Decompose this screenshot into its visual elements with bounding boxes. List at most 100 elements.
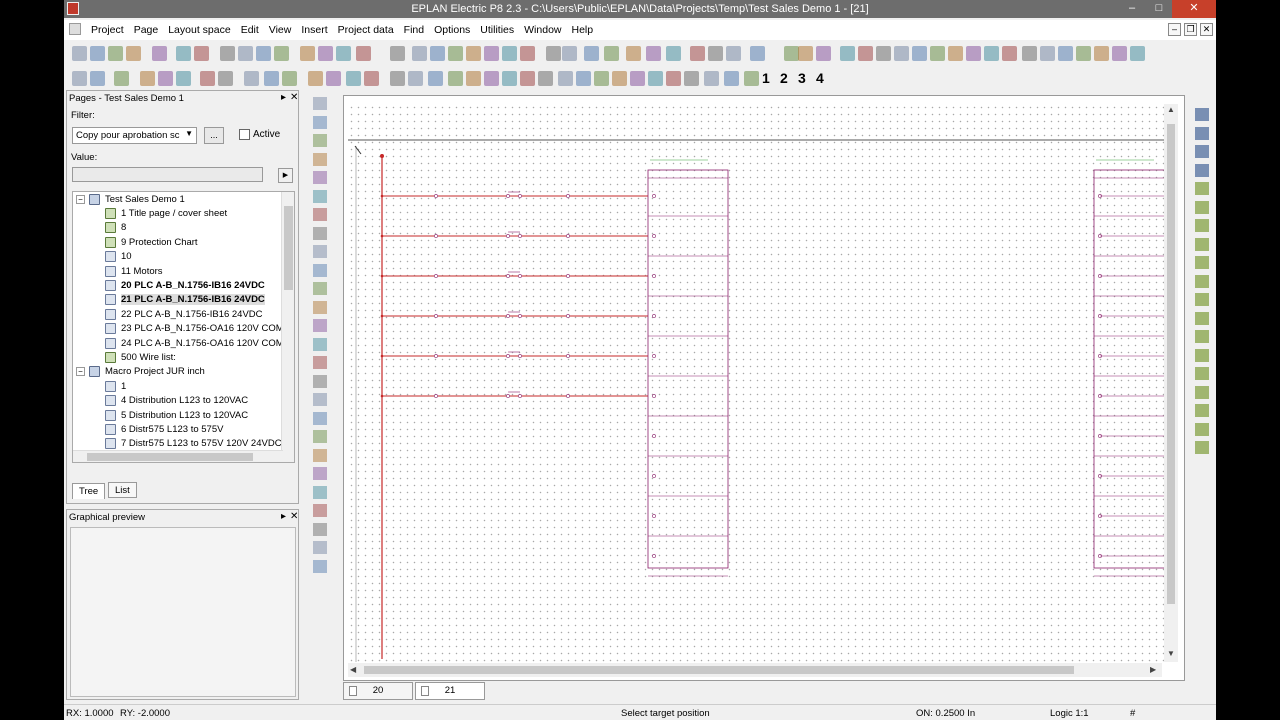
toolbar-button[interactable] [318, 46, 333, 61]
menu-help[interactable]: Help [567, 24, 599, 36]
scroll-left-icon[interactable]: ◀ [350, 665, 356, 674]
toolbar-button[interactable] [484, 71, 499, 86]
toolbar-button[interactable] [430, 46, 445, 61]
toolbar-button[interactable] [484, 46, 499, 61]
scroll-down-icon[interactable]: ▼ [1167, 649, 1175, 658]
page-number-1-button[interactable]: 1 [762, 70, 770, 86]
insert-tool-button[interactable] [313, 319, 327, 332]
page-tab-21[interactable]: 21 [415, 682, 485, 700]
insert-tool-button[interactable] [313, 245, 327, 258]
insert-tool-button[interactable] [313, 97, 327, 110]
insert-tool-button[interactable] [313, 115, 327, 129]
toolbar-button[interactable] [238, 46, 253, 61]
toolbar-button[interactable] [684, 71, 699, 86]
toolbar-button[interactable] [390, 71, 405, 86]
value-apply-button[interactable]: ▶ [278, 168, 293, 183]
toolbar-button[interactable] [612, 71, 627, 86]
editor-horizontal-scrollbar[interactable]: ◀ ▶ [348, 663, 1162, 677]
insert-tool-button[interactable] [313, 282, 327, 295]
tree-page-item[interactable]: 23 PLC A-B_N.1756-OA16 120V COM [105, 322, 284, 336]
tree-page-item[interactable]: 4 Distribution L123 to 120VAC [105, 394, 248, 408]
editor-vertical-scrollbar[interactable]: ▲ ▼ [1164, 104, 1178, 662]
scroll-thumb[interactable] [284, 206, 293, 290]
connection-tool-button[interactable] [1195, 293, 1209, 306]
toolbar-button[interactable] [840, 46, 855, 61]
toolbar-button[interactable] [126, 46, 141, 61]
toolbar-button[interactable] [448, 71, 463, 86]
toolbar-button[interactable] [308, 71, 323, 86]
insert-tool-button[interactable] [313, 374, 327, 388]
toolbar-button[interactable] [726, 46, 741, 61]
toolbar-button[interactable] [300, 46, 315, 61]
toolbar-button[interactable] [744, 71, 759, 86]
tree-page-item[interactable]: 21 PLC A-B_N.1756-IB16 24VDC [105, 293, 265, 307]
menu-view[interactable]: View [264, 24, 297, 36]
connection-tool-button[interactable] [1195, 256, 1209, 269]
insert-tool-button[interactable] [313, 226, 327, 240]
connection-tool-button[interactable] [1195, 237, 1209, 251]
toolbar-button[interactable] [176, 71, 191, 86]
toolbar-button[interactable] [558, 71, 573, 86]
insert-tool-button[interactable] [313, 448, 327, 462]
insert-tool-button[interactable] [313, 263, 327, 277]
menu-layout-space[interactable]: Layout space [163, 24, 235, 36]
insert-tool-button[interactable] [313, 485, 327, 499]
pin-icon[interactable]: ▸ [281, 92, 286, 103]
toolbar-button[interactable] [984, 46, 999, 61]
toolbar-button[interactable] [356, 46, 371, 61]
toolbar-button[interactable] [200, 71, 215, 86]
insert-tool-button[interactable] [313, 300, 327, 314]
insert-tool-button[interactable] [313, 134, 327, 147]
tree-page-item[interactable]: 1 [105, 379, 126, 393]
insert-tool-button[interactable] [313, 411, 327, 425]
tree-vertical-scrollbar[interactable] [281, 192, 294, 462]
toolbar-button[interactable] [1076, 46, 1091, 61]
tab-tree[interactable]: Tree [72, 483, 106, 499]
insert-tool-button[interactable] [313, 171, 327, 184]
insert-tool-button[interactable] [313, 189, 327, 203]
toolbar-button[interactable] [562, 46, 577, 61]
tree-page-item[interactable]: 7 Distr575 L123 to 575V 120V 24VDC [105, 437, 282, 451]
page-tab-20[interactable]: 20 [343, 682, 413, 700]
insert-tool-button[interactable] [313, 208, 327, 221]
connection-tool-button[interactable] [1195, 367, 1209, 380]
toolbar-button[interactable] [244, 71, 259, 86]
toolbar-button[interactable] [704, 71, 719, 86]
connection-tool-button[interactable] [1195, 219, 1209, 232]
toolbar-button[interactable] [390, 46, 405, 61]
toolbar-button[interactable] [408, 71, 423, 86]
scroll-thumb[interactable] [87, 453, 253, 461]
insert-tool-button[interactable] [313, 504, 327, 517]
active-checkbox[interactable] [239, 129, 250, 140]
document-icon[interactable] [69, 23, 81, 35]
scroll-thumb[interactable] [364, 666, 1074, 674]
toolbar-button[interactable] [412, 46, 427, 61]
insert-tool-button[interactable] [313, 467, 327, 480]
document-restore-button[interactable]: ❐ [1184, 23, 1197, 36]
scroll-right-icon[interactable]: ▶ [1150, 665, 1156, 674]
toolbar-button[interactable] [784, 46, 799, 61]
toolbar-button[interactable] [152, 46, 167, 61]
toolbar-button[interactable] [520, 71, 535, 86]
tree-horizontal-scrollbar[interactable] [73, 450, 283, 462]
toolbar-button[interactable] [1002, 46, 1017, 61]
maximize-button[interactable]: □ [1146, 0, 1172, 18]
page-number-2-button[interactable]: 2 [780, 70, 788, 86]
toolbar-button[interactable] [1040, 46, 1055, 61]
toolbar-button[interactable] [894, 46, 909, 61]
toolbar-button[interactable] [966, 46, 981, 61]
page-number-3-button[interactable]: 3 [798, 70, 806, 86]
toolbar-button[interactable] [72, 46, 87, 61]
toolbar-button[interactable] [546, 46, 561, 61]
menu-window[interactable]: Window [519, 24, 566, 36]
menu-edit[interactable]: Edit [236, 24, 264, 36]
toolbar-button[interactable] [520, 46, 535, 61]
document-close-button[interactable]: ✕ [1200, 23, 1213, 36]
toolbar-button[interactable] [220, 46, 235, 61]
toolbar-button[interactable] [176, 46, 191, 61]
menu-page[interactable]: Page [129, 24, 164, 36]
toolbar-button[interactable] [502, 46, 517, 61]
toolbar-button[interactable] [264, 71, 279, 86]
toolbar-button[interactable] [648, 71, 663, 86]
toolbar-button[interactable] [140, 71, 155, 86]
